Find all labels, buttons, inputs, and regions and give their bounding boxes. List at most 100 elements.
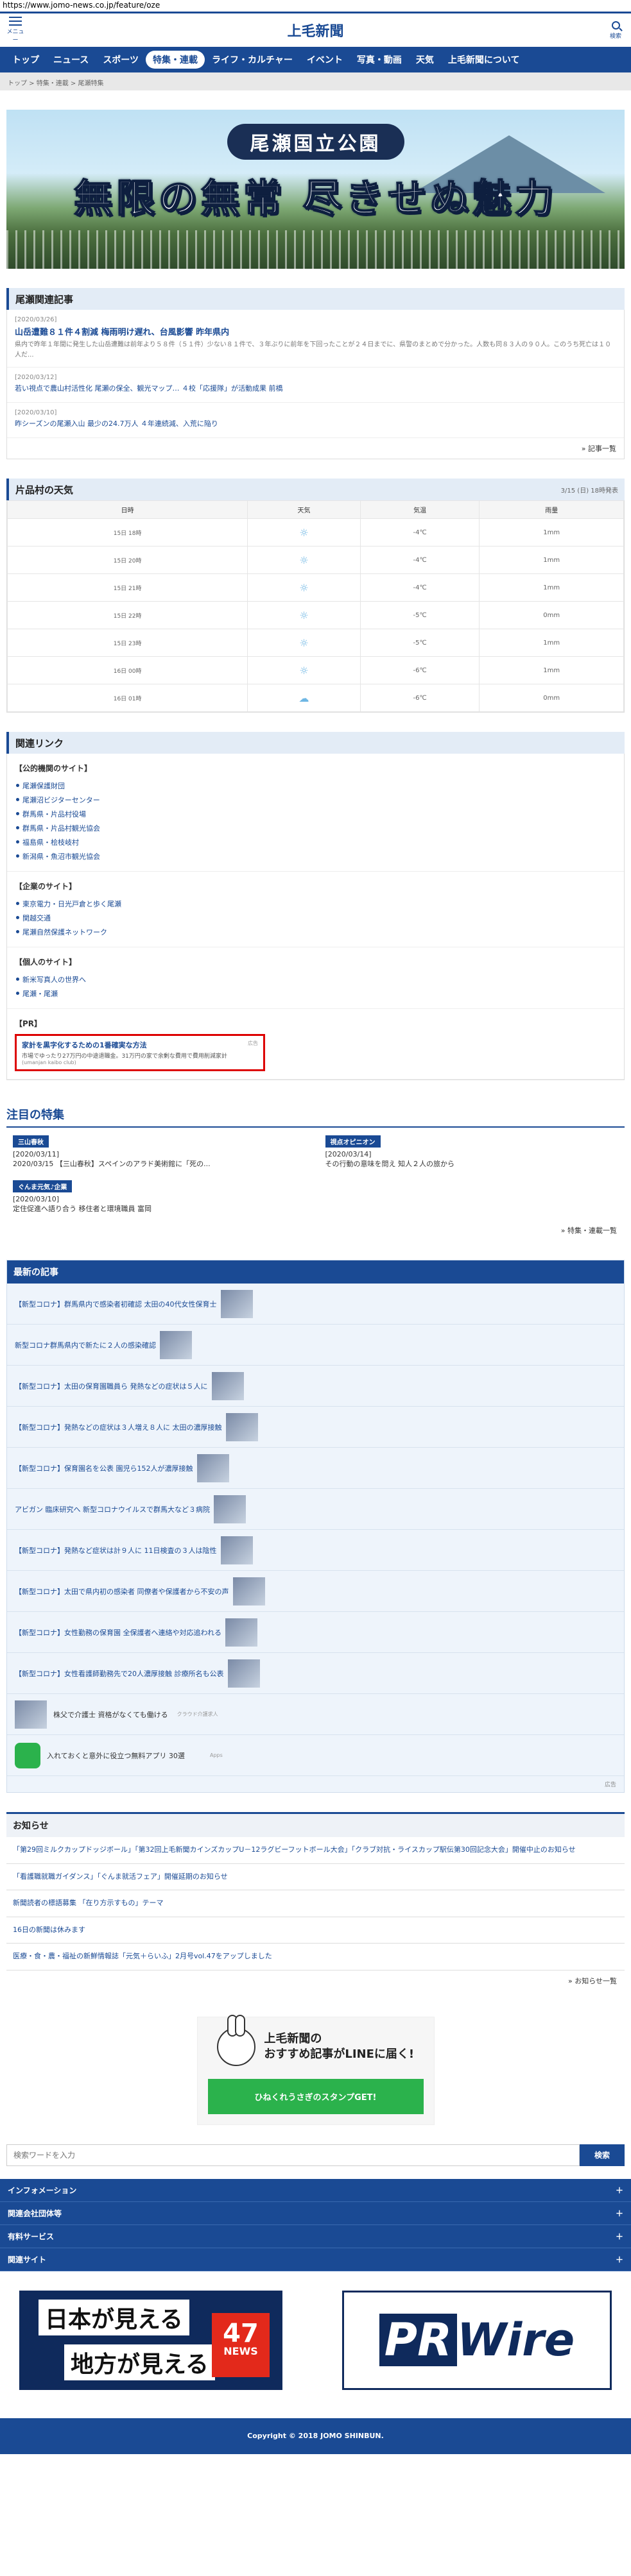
col-temp: 気温 <box>359 500 480 519</box>
latest-article-row[interactable]: 【新型コロナ】群馬県内で感染者初確認 太田の40代女性保育士 <box>7 1284 624 1325</box>
latest-article-row[interactable]: 【新型コロナ】太田の保育園職員ら 発熱などの症状は５人に <box>7 1366 624 1407</box>
latest-article-row[interactable]: 【新型コロナ】保育園名を公表 園児ら152人が濃厚接触 <box>7 1448 624 1489</box>
nav-events[interactable]: イベント <box>300 51 350 69</box>
nav-top[interactable]: トップ <box>5 51 46 69</box>
latest-article-title[interactable]: 【新型コロナ】保育園名を公表 園児ら152人が濃厚接触 <box>15 1463 193 1473</box>
latest-article-row[interactable]: アビガン 臨床研究へ 新型コロナウイルスで群馬大など３病院 <box>7 1489 624 1530</box>
notice-item[interactable]: 新聞読者の標語募集 「在り方示すもの」テーマ <box>6 1890 625 1917</box>
link-item[interactable]: 尾瀬自然保護ネットワーク <box>15 925 616 939</box>
news-title[interactable]: 若い視点で農山村活性化 尾瀬の保全、観光マップ… ４校「応援隊」が活動成果 前橋 <box>15 383 616 393</box>
news-title[interactable]: 山岳遭難８１件４割減 梅雨明け遅れ、台風影響 昨年県内 <box>15 325 616 337</box>
latest-article-title[interactable]: アビガン 臨床研究へ 新型コロナウイルスで群馬大など３病院 <box>15 1504 210 1514</box>
link-item[interactable]: 新潟県・魚沼市観光協会 <box>15 849 616 863</box>
latest-article-row[interactable]: 【新型コロナ】女性勤務の保育園 全保護者へ連絡や対応追われる <box>7 1612 624 1653</box>
news-item[interactable]: [2020/03/12] 若い視点で農山村活性化 尾瀬の保全、観光マップ… ４校… <box>7 368 624 403</box>
related-news-box: [2020/03/26] 山岳遭難８１件４割減 梅雨明け遅れ、台風影響 昨年県内… <box>6 310 625 459</box>
nav-life[interactable]: ライフ・カルチャー <box>205 51 300 69</box>
featured-card[interactable]: 視点オピニオン [2020/03/14] その行動の意味を問え 知人２人の旅から <box>325 1135 619 1169</box>
news-title[interactable]: 昨シーズンの尾瀬入山 最少の24.7万人 ４年連続減、入荒に陥り <box>15 418 616 428</box>
accordion-item[interactable]: 関連会社団体等 ＋ <box>0 2201 631 2225</box>
latest-article-title[interactable]: 【新型コロナ】太田で県内初の感染者 同僚者や保護者から不安の声 <box>15 1586 229 1597</box>
latest-ad-row[interactable]: 入れておくと意外に役立つ無料アプリ 30選 Apps <box>7 1735 624 1776</box>
ad-text[interactable]: 株父で介護士 資格がなくても働ける <box>53 1709 168 1720</box>
hero-title: 無限の無常 尽きせぬ魅力 <box>73 176 557 222</box>
latest-article-title[interactable]: 【新型コロナ】群馬県内で感染者初確認 太田の40代女性保育士 <box>15 1299 217 1309</box>
accordion-item[interactable]: 有料サービス ＋ <box>0 2224 631 2248</box>
featured-text[interactable]: 定住促進へ語り合う 移住者と環境職員 富岡 <box>13 1203 306 1214</box>
line-stamp-button[interactable]: ひねくれうさぎのスタンプGET! <box>207 2078 424 2114</box>
latest-article-row[interactable]: 【新型コロナ】太田で県内初の感染者 同僚者や保護者から不安の声 <box>7 1571 624 1612</box>
notice-item[interactable]: 医療・食・農・福祉の新鮮情報誌「元気＋らいふ」2月号vol.47をアップしました <box>6 1944 625 1970</box>
latest-article-title[interactable]: 【新型コロナ】発熱などの症状は３人増え８人に 太田の濃厚接触 <box>15 1422 222 1432</box>
article-thumbnail <box>214 1495 246 1523</box>
weather-rain: 1mm <box>479 629 624 657</box>
latest-article-row[interactable]: 新型コロナ群馬県内で新たに２人の感染確認 <box>7 1325 624 1366</box>
latest-article-title[interactable]: 【新型コロナ】女性勤務の保育園 全保護者へ連絡や対応追われる <box>15 1627 221 1638</box>
site-logo[interactable]: 上毛新聞 <box>287 20 343 40</box>
nav-weather[interactable]: 天気 <box>409 51 441 69</box>
breadcrumb[interactable]: トップ > 特集・連載 > 尾瀬特集 <box>0 72 631 90</box>
prwire-banner[interactable]: PR Wire <box>342 2290 612 2390</box>
notice-more-link[interactable]: お知らせ一覧 <box>6 1970 625 1991</box>
flower-field-graphic <box>6 230 625 269</box>
link-item[interactable]: 尾瀬保護財団 <box>15 779 616 793</box>
latest-article-row[interactable]: 【新型コロナ】発熱など症状は計９人に 11日検査の３人は陰性 <box>7 1530 624 1571</box>
ad-source: クラウド介護求人 <box>177 1711 218 1717</box>
latest-ad-row[interactable]: 株父で介護士 資格がなくても働ける クラウド介護求人 <box>7 1694 624 1735</box>
news-item[interactable]: [2020/03/26] 山岳遭難８１件４割減 梅雨明け遅れ、台風影響 昨年県内… <box>7 310 624 368</box>
copyright: Copyright © 2018 JOMO SHINBUN. <box>0 2418 631 2454</box>
search-input[interactable] <box>6 2144 580 2166</box>
accordion-item[interactable]: インフォメーション ＋ <box>0 2178 631 2202</box>
link-item[interactable]: 尾瀬・尾瀬 <box>15 987 616 1001</box>
news-item[interactable]: [2020/03/10] 昨シーズンの尾瀬入山 最少の24.7万人 ４年連続減、… <box>7 403 624 438</box>
latest-articles: 最新の記事 【新型コロナ】群馬県内で感染者初確認 太田の40代女性保育士 新型コロ… <box>6 1260 625 1793</box>
link-item[interactable]: 関越交通 <box>15 911 616 925</box>
rabbit-mascot-icon <box>216 2014 255 2066</box>
accordion-item[interactable]: 関連サイト ＋ <box>0 2248 631 2271</box>
featured-card[interactable]: ぐんま元気♪企業 [2020/03/10] 定住促進へ語り合う 移住者と環境職員… <box>13 1180 306 1214</box>
article-thumbnail <box>225 1412 258 1441</box>
featured-text[interactable]: 2020/03/15 【三山春秋】スペインのアラド美術館に「死の... <box>13 1158 306 1169</box>
weather-row: 16日 01時 ☁ -6℃ 0mm <box>6 684 624 712</box>
notice-item[interactable]: 「第29回ミルクカップドッジボール」「第32回上毛新聞カインズカップU－12ラグ… <box>6 1837 625 1864</box>
search-submit-button[interactable]: 検索 <box>580 2144 625 2166</box>
search-button[interactable]: 検索 <box>607 21 625 40</box>
nav-news[interactable]: ニュース <box>46 51 96 69</box>
nav-features[interactable]: 特集・連載 <box>146 51 205 69</box>
latest-article-title[interactable]: 【新型コロナ】発熱など症状は計９人に 11日検査の３人は陰性 <box>15 1545 217 1555</box>
47news-banner[interactable]: 日本が見える 地方が見える 47 NEWS <box>19 2290 282 2390</box>
weather-title: 片品村の天気 <box>15 484 74 496</box>
menu-button[interactable]: メニュー <box>6 17 24 44</box>
link-item[interactable]: 群馬県・片品村観光協会 <box>15 821 616 835</box>
link-item[interactable]: 新米写真人の世界へ <box>15 972 616 987</box>
latest-article-title[interactable]: 新型コロナ群馬県内で新たに２人の感染確認 <box>15 1340 156 1350</box>
nav-about[interactable]: 上毛新聞について <box>441 51 527 69</box>
related-news-title: 尾瀬関連記事 <box>15 293 74 305</box>
featured-card[interactable]: 三山春秋 [2020/03/11] 2020/03/15 【三山春秋】スペインの… <box>13 1135 306 1169</box>
link-item[interactable]: 東京電力・日光戸倉と歩く尾瀬 <box>15 897 616 911</box>
pr-title[interactable]: 家計を黒字化するための1番確実な方法 <box>22 1040 258 1050</box>
link-item[interactable]: 福島県・桧枝岐村 <box>15 835 616 849</box>
latest-article-title[interactable]: 【新型コロナ】太田の保育園職員ら 発熱などの症状は５人に <box>15 1381 208 1391</box>
article-thumbnail <box>220 1289 253 1318</box>
notice-item[interactable]: 16日の新聞は休みます <box>6 1917 625 1944</box>
nav-sports[interactable]: スポーツ <box>96 51 146 69</box>
ad-text[interactable]: 入れておくと意外に役立つ無料アプリ 30選 <box>47 1750 201 1761</box>
latest-article-row[interactable]: 【新型コロナ】女性看護師勤務先で20人濃厚接触 診療所名も公表 <box>7 1653 624 1694</box>
notice-item[interactable]: 「看護職就職ガイダンス」「ぐんま就活フェア」開催延期のお知らせ <box>6 1864 625 1890</box>
pr-ad-box[interactable]: 広告 家計を黒字化するための1番確実な方法 市場でゆったり27万円の中途退職金。… <box>15 1034 265 1071</box>
weather-temp: -4℃ <box>359 546 480 574</box>
links-box: 【公的機関のサイト】 尾瀬保護財団 尾瀬沼ビジターセンター 群馬県・片品村役場 … <box>6 754 625 1080</box>
link-group-title: 【個人のサイト】 <box>15 958 77 967</box>
latest-article-title[interactable]: 【新型コロナ】女性看護師勤務先で20人濃厚接触 診療所名も公表 <box>15 1668 224 1679</box>
link-item[interactable]: 群馬県・片品村役場 <box>15 807 616 821</box>
latest-article-row[interactable]: 【新型コロナ】発熱などの症状は３人増え８人に 太田の濃厚接触 <box>7 1407 624 1448</box>
featured-grid: 三山春秋 [2020/03/11] 2020/03/15 【三山春秋】スペインの… <box>13 1135 618 1214</box>
featured-text[interactable]: その行動の意味を問え 知人２人の旅から <box>325 1158 619 1169</box>
url-bar[interactable]: https://www.jomo-news.co.jp/feature/oze <box>0 0 631 12</box>
link-item[interactable]: 尾瀬沼ビジターセンター <box>15 793 616 807</box>
nav-photo[interactable]: 写真・動画 <box>350 51 409 69</box>
news-more-link[interactable]: 記事一覧 <box>7 438 624 459</box>
site-header: メニュー 上毛新聞 検索 <box>0 13 631 47</box>
featured-more-link[interactable]: 特集・連載一覧 <box>6 1220 625 1241</box>
